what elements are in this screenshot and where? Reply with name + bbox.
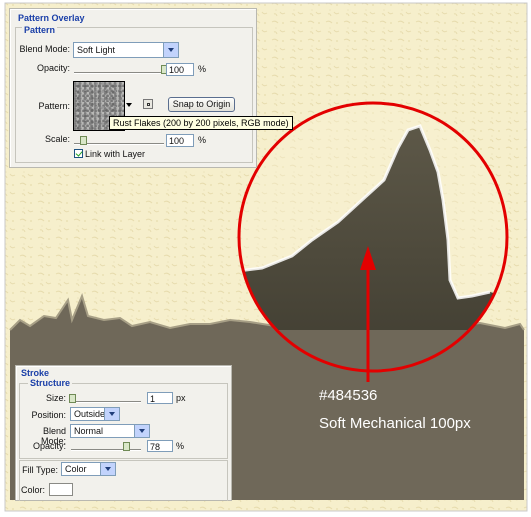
position-label: Position: [31, 410, 66, 420]
scale-label: Scale: [44, 134, 70, 144]
stroke-blend-mode-select[interactable]: Normal [70, 424, 150, 438]
chevron-down-icon[interactable] [104, 408, 119, 420]
fill-type-value: Color [65, 464, 87, 474]
callout-hex-label: #484536 [319, 387, 378, 404]
fill-type-label: Fill Type: [22, 465, 58, 475]
stroke-panel-title: Stroke [21, 368, 50, 378]
link-with-layer-checkbox[interactable] [74, 149, 83, 158]
opacity-unit: % [198, 64, 207, 74]
size-input[interactable]: 1 [147, 392, 173, 404]
position-value: Outside [74, 409, 106, 419]
size-slider-thumb[interactable] [68, 394, 76, 403]
stroke-panel: Stroke Structure Size: 1 px Position: Ou… [15, 365, 232, 501]
chevron-down-icon[interactable] [134, 425, 149, 437]
stroke-blend-mode-value: Normal [74, 426, 104, 436]
new-preset-icon[interactable] [143, 99, 153, 109]
pattern-group-title: Pattern [22, 25, 58, 35]
position-select[interactable]: Outside [70, 407, 120, 421]
color-label: Color: [20, 485, 45, 495]
panel-title: Pattern Overlay [18, 13, 85, 23]
stroke-opacity-input[interactable]: 78 [147, 440, 173, 452]
stroke-opacity-slider-thumb[interactable] [122, 442, 130, 451]
chevron-down-icon[interactable] [163, 43, 178, 57]
blend-mode-label: Blend Mode: [19, 44, 70, 54]
opacity-label: Opacity: [36, 63, 70, 73]
pattern-label: Pattern: [38, 101, 70, 111]
scale-slider-thumb[interactable] [80, 136, 87, 145]
chevron-down-icon[interactable] [100, 463, 115, 475]
stroke-opacity-label: Opacity: [32, 441, 66, 451]
structure-group-title: Structure [28, 378, 73, 388]
stroke-opacity-unit: % [176, 441, 185, 451]
snap-to-origin-button[interactable]: Snap to Origin [168, 97, 235, 112]
callout-caption: Soft Mechanical 100px [319, 415, 471, 432]
scale-unit: % [198, 135, 207, 145]
scale-slider-track[interactable] [74, 143, 164, 145]
blend-mode-value: Soft Light [77, 45, 116, 55]
pattern-overlay-panel: Pattern Overlay Pattern Blend Mode: Soft… [9, 8, 257, 168]
link-with-layer-label[interactable]: Link with Layer [85, 149, 145, 159]
fill-type-select[interactable]: Color [61, 462, 116, 476]
opacity-input[interactable]: 100 [166, 63, 194, 76]
size-slider-track[interactable] [71, 401, 141, 403]
blend-mode-select[interactable]: Soft Light [73, 42, 179, 58]
size-unit: px [176, 393, 186, 403]
stroke-opacity-slider-track[interactable] [71, 449, 141, 451]
size-label: Size: [45, 393, 66, 403]
scale-input[interactable]: 100 [166, 134, 194, 147]
opacity-slider-track[interactable] [74, 72, 164, 74]
stroke-color-swatch[interactable] [49, 483, 73, 496]
pattern-tooltip: Rust Flakes (200 by 200 pixels, RGB mode… [109, 116, 293, 130]
